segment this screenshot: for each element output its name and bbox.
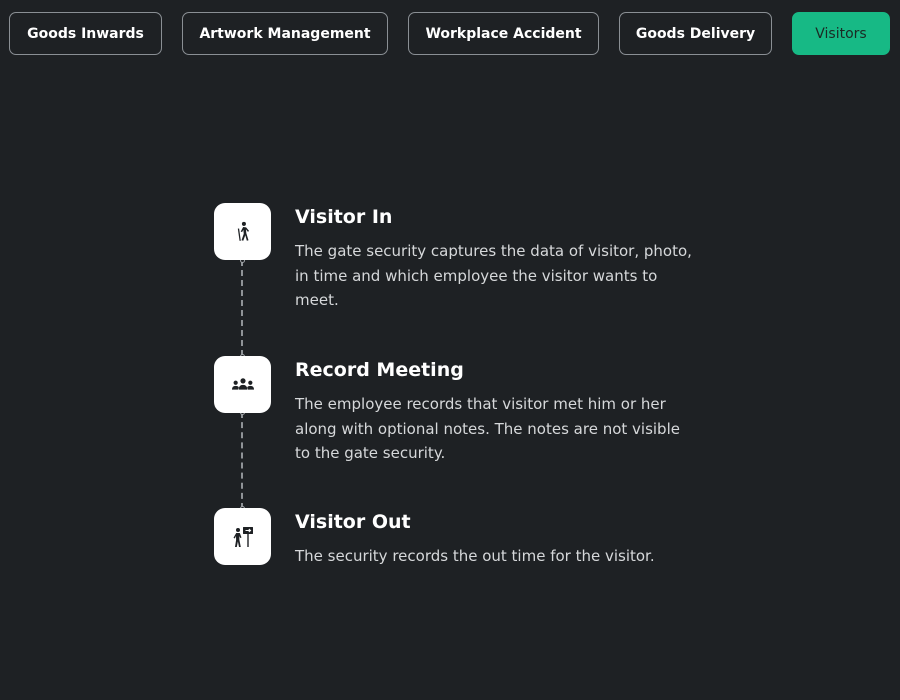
step-icon-box	[214, 508, 271, 565]
step-title: Visitor Out	[295, 511, 411, 533]
step-description: The security records the out time for th…	[295, 547, 655, 565]
step-icon-box	[214, 203, 271, 260]
meeting-group-icon	[231, 377, 254, 390]
tab-goods-delivery[interactable]: Goods Delivery	[619, 12, 772, 55]
visitors-page: Goods Inwards Artwork Management Workpla…	[0, 0, 900, 700]
tab-artwork-management[interactable]: Artwork Management	[182, 12, 388, 55]
step-description: The employee records that visitor met hi…	[295, 395, 680, 462]
module-tabs: Goods Inwards Artwork Management Workpla…	[0, 12, 900, 55]
tab-goods-inwards[interactable]: Goods Inwards	[9, 12, 162, 55]
tab-visitors[interactable]: Visitors	[792, 12, 890, 55]
step-connector	[241, 412, 243, 509]
walking-person-icon	[237, 221, 249, 241]
step-title: Visitor In	[295, 206, 393, 228]
step-icon-box	[214, 356, 271, 413]
step-description: The gate security captures the data of v…	[295, 242, 692, 309]
step-connector	[241, 260, 243, 356]
step-title: Record Meeting	[295, 359, 464, 381]
tab-workplace-accident[interactable]: Workplace Accident	[408, 12, 599, 55]
exit-sign-person-icon	[233, 526, 253, 547]
